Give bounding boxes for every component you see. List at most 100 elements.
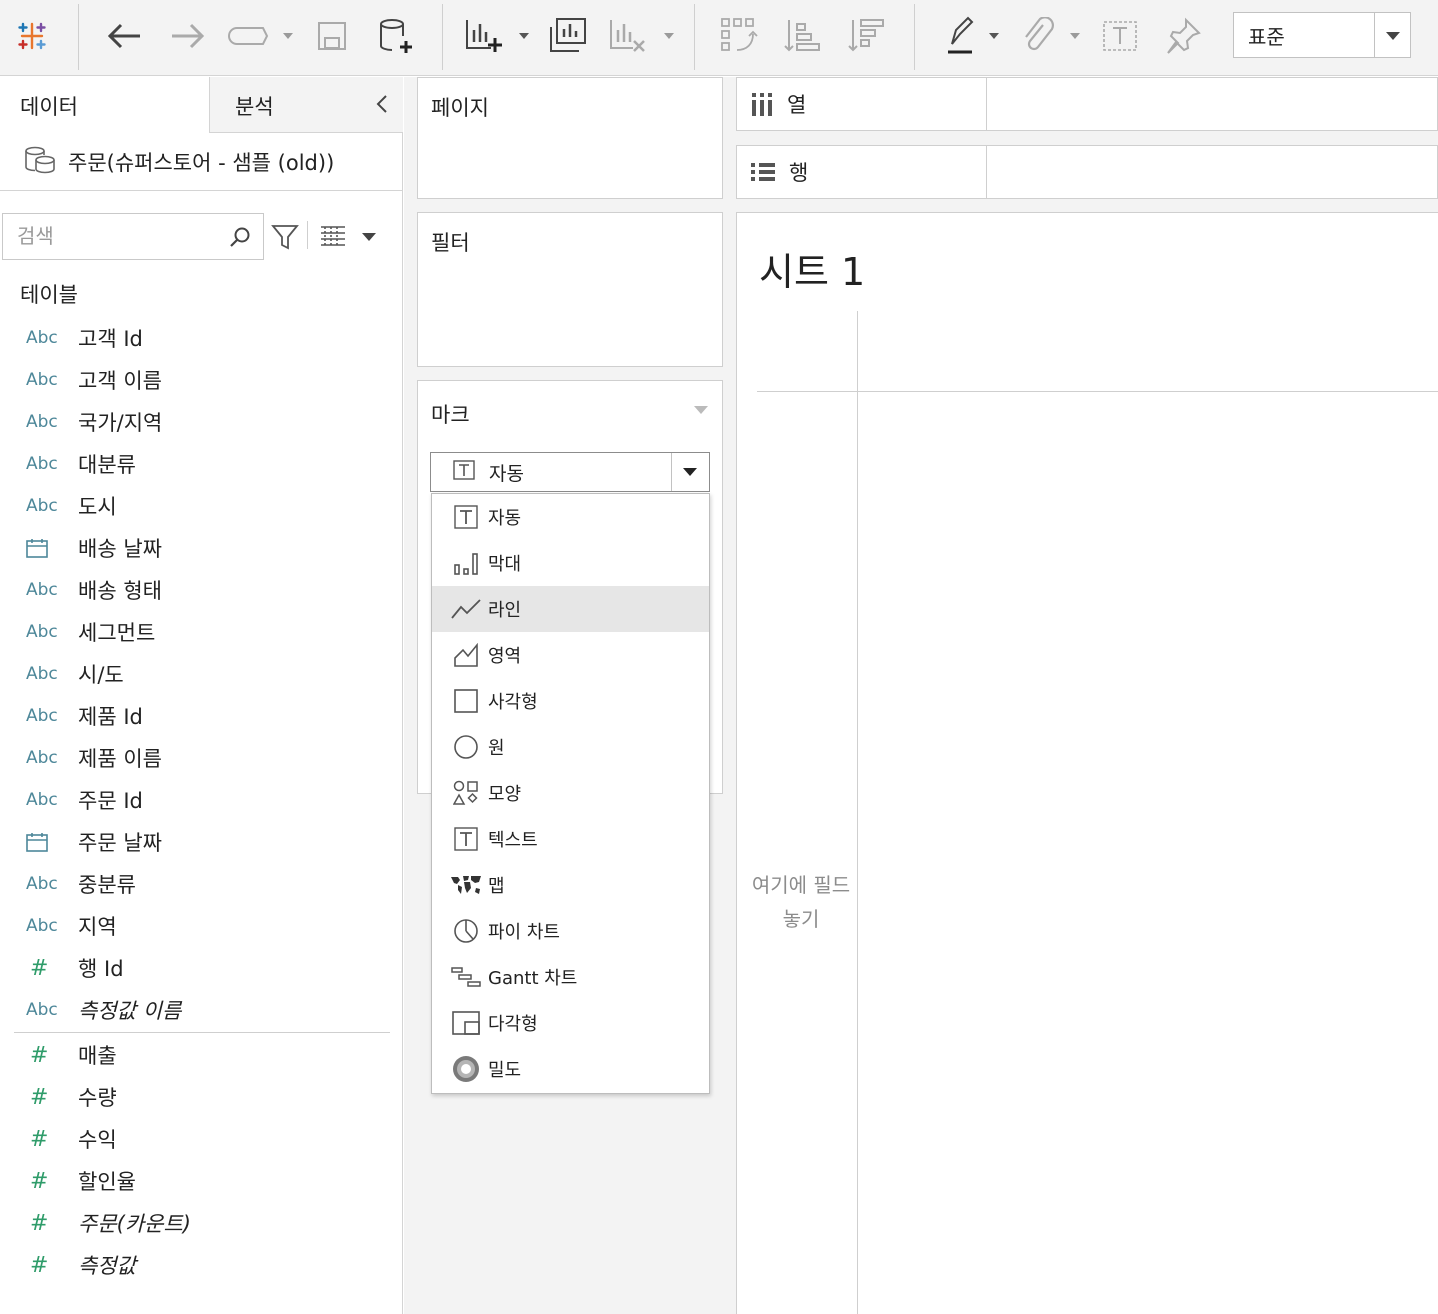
zoom-select[interactable]: 표준	[1233, 12, 1411, 58]
field-item[interactable]: # 매출	[0, 1034, 403, 1076]
pages-card[interactable]: 페이지	[417, 77, 723, 199]
tab-data[interactable]: 데이터	[0, 77, 209, 133]
mark-type-option[interactable]: 사각형	[432, 678, 709, 724]
filter-icon[interactable]	[271, 223, 299, 255]
mark-type-select[interactable]: 자동	[430, 452, 710, 492]
field-item[interactable]: # 행 Id	[0, 947, 403, 989]
redo-icon[interactable]	[168, 12, 208, 60]
field-item[interactable]: Abc 제품 Id	[0, 695, 403, 737]
mark-type-option-label: 모양	[488, 784, 522, 805]
field-name: 행 Id	[78, 957, 124, 981]
number-type-icon: #	[30, 1210, 49, 1236]
calendar-icon	[0, 538, 78, 558]
field-name: 매출	[78, 1044, 117, 1068]
field-item[interactable]: # 수익	[0, 1118, 403, 1160]
field-item[interactable]: Abc 지역	[0, 905, 403, 947]
mark-type-option-label: 사각형	[488, 692, 538, 713]
mark-type-option[interactable]: 밀도	[432, 1046, 709, 1092]
zoom-value: 표준	[1248, 24, 1285, 49]
mark-type-option[interactable]: 라인	[432, 586, 709, 632]
mark-type-option[interactable]: 자동	[432, 494, 709, 540]
duplicate-sheet-icon[interactable]	[546, 12, 590, 60]
tab-analysis-label: 분석	[235, 95, 274, 119]
field-list: Abc 고객 Id Abc 고객 이름 Abc 국가/지역 Abc 대분류 Abc 도시배송 날짜…	[0, 317, 403, 1286]
rows-shelf[interactable]: 행	[736, 145, 1438, 199]
search-icon[interactable]	[229, 226, 251, 252]
swap-icon[interactable]	[718, 12, 762, 60]
field-item[interactable]: Abc 시/도	[0, 653, 403, 695]
datasource[interactable]: 주문(슈퍼스토어 - 샘플 (old))	[0, 133, 403, 191]
field-item[interactable]: 배송 날짜	[0, 527, 403, 569]
field-item[interactable]: Abc 대분류	[0, 443, 403, 485]
string-type-icon: Abc	[26, 412, 58, 432]
field-name: 지역	[78, 915, 117, 939]
rows-shelf-label: 행	[737, 146, 987, 198]
replay-icon[interactable]	[226, 12, 270, 60]
field-item[interactable]: Abc 배송 형태	[0, 569, 403, 611]
chevron-down-icon[interactable]	[362, 233, 376, 241]
chevron-down-icon[interactable]	[1374, 13, 1410, 57]
mark-type-option[interactable]: 원	[432, 724, 709, 770]
field-item[interactable]: Abc 중분류	[0, 863, 403, 905]
clear-sheet-icon[interactable]	[606, 12, 650, 60]
search-box[interactable]	[2, 213, 264, 260]
pin-icon[interactable]	[1164, 12, 1204, 60]
filters-card[interactable]: 필터	[417, 212, 723, 367]
chevron-down-icon[interactable]	[694, 406, 708, 414]
search-input[interactable]	[3, 214, 213, 258]
field-item[interactable]: # 할인율	[0, 1160, 403, 1202]
field-item[interactable]: Abc 주문 Id	[0, 779, 403, 821]
mark-type-option-label: 자동	[488, 508, 522, 529]
collapse-icon[interactable]	[375, 93, 389, 120]
undo-icon[interactable]	[104, 12, 144, 60]
mark-type-option[interactable]: 맵	[432, 862, 709, 908]
toolbar: 표준	[0, 0, 1438, 76]
field-item[interactable]: # 수량	[0, 1076, 403, 1118]
field-item[interactable]: Abc 고객 이름	[0, 359, 403, 401]
sort-descending-icon[interactable]	[846, 12, 890, 60]
text-icon	[432, 505, 488, 529]
new-worksheet-icon[interactable]	[462, 12, 506, 60]
field-item[interactable]: Abc 세그먼트	[0, 611, 403, 653]
field-item[interactable]: Abc 제품 이름	[0, 737, 403, 779]
sort-ascending-icon[interactable]	[782, 12, 826, 60]
field-item[interactable]: Abc 측정값 이름	[0, 989, 403, 1031]
mark-type-option[interactable]: 막대	[432, 540, 709, 586]
columns-shelf[interactable]: 열	[736, 77, 1438, 131]
mark-type-option[interactable]: 텍스트	[432, 816, 709, 862]
mark-type-option[interactable]: 파이 차트	[432, 908, 709, 954]
new-datasource-icon[interactable]	[376, 12, 416, 60]
mark-type-option[interactable]: 다각형	[432, 1000, 709, 1046]
highlight-icon[interactable]	[940, 12, 980, 60]
field-item[interactable]: # 측정값	[0, 1244, 403, 1286]
filters-card-title: 필터	[431, 231, 470, 255]
field-item[interactable]: Abc 국가/지역	[0, 401, 403, 443]
save-icon[interactable]	[314, 12, 350, 60]
shape-icon	[432, 780, 488, 806]
tableau-logo-icon[interactable]	[12, 12, 52, 60]
string-type-icon: Abc	[26, 580, 58, 600]
field-item[interactable]: Abc 고객 Id	[0, 317, 403, 359]
sheet-title[interactable]: 시트 1	[759, 241, 865, 296]
tab-analysis[interactable]: 분석	[209, 77, 403, 133]
field-item[interactable]: Abc 도시	[0, 485, 403, 527]
chevron-down-icon[interactable]	[671, 453, 709, 491]
view-list-icon[interactable]	[319, 225, 347, 251]
string-type-icon: Abc	[26, 706, 58, 726]
mark-type-option[interactable]: 모양	[432, 770, 709, 816]
field-name: 측정값	[78, 1254, 136, 1278]
mark-type-option[interactable]: 영역	[432, 632, 709, 678]
data-pane: 데이터 분석 주문(슈퍼스토어 - 샘플 (old)) 테이블 Abc	[0, 77, 403, 1314]
field-name: 배송 날짜	[78, 537, 162, 561]
field-item[interactable]: 주문 날짜	[0, 821, 403, 863]
circle-icon	[432, 734, 488, 760]
sheet-canvas[interactable]: 시트 1 여기에 필드 놓기	[736, 212, 1438, 1314]
group-icon[interactable]	[1018, 12, 1058, 60]
label-icon[interactable]	[1100, 12, 1140, 60]
string-type-icon: Abc	[26, 748, 58, 768]
tables-header: 테이블	[20, 283, 78, 307]
field-item[interactable]: # 주문(카운트)	[0, 1202, 403, 1244]
mark-type-option-label: 다각형	[488, 1014, 538, 1035]
string-type-icon: Abc	[26, 496, 58, 516]
mark-type-option[interactable]: Gantt 차트	[432, 954, 709, 1000]
